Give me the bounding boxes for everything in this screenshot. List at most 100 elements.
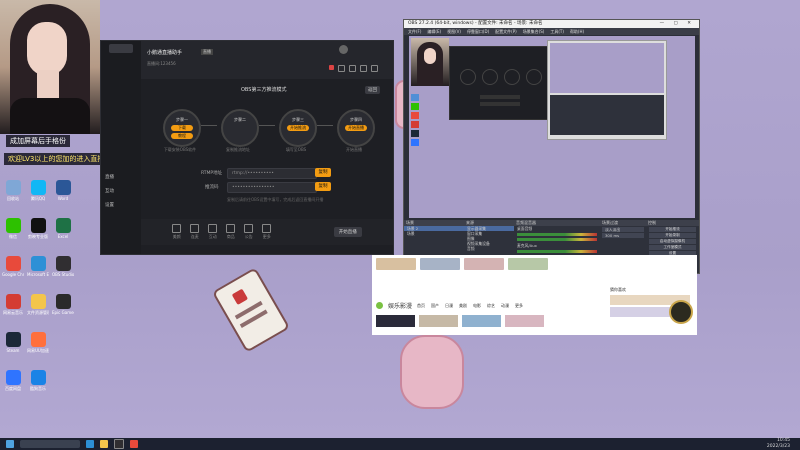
site-nav-link[interactable]: 国产 — [431, 303, 439, 309]
desktop-icon[interactable]: 酷狗音乐 — [27, 370, 49, 391]
obs-control-button[interactable]: 开始录制 — [649, 233, 696, 238]
start-live-button[interactable]: 开始直播 — [333, 227, 362, 237]
step-action-button[interactable]: 下载 — [171, 125, 193, 131]
desktop-icon[interactable]: Epic Games — [52, 294, 74, 315]
footer-tool[interactable]: 商品 — [226, 224, 236, 240]
footer-tool[interactable]: 互动 — [208, 224, 218, 240]
copy-rtmp-button[interactable]: 复制 — [315, 168, 331, 177]
obs-control-button[interactable]: 开始推流 — [649, 227, 696, 232]
site-nav-link[interactable]: 更多 — [515, 303, 523, 309]
site-nav-link[interactable]: 综艺 — [487, 303, 495, 309]
gold-badge-icon[interactable] — [669, 300, 693, 324]
sidebar-item[interactable]: 互动 — [105, 185, 137, 199]
site-nav-link[interactable]: 美剧 — [459, 303, 467, 309]
footer-tool[interactable]: 更多 — [262, 224, 272, 240]
video-thumbnail[interactable] — [376, 258, 416, 270]
edge-taskbar-icon[interactable] — [86, 440, 94, 448]
window-controls[interactable]: — ▢ ✕ — [660, 20, 695, 28]
dock-title: 控制 — [646, 220, 699, 226]
chrome-taskbar-icon[interactable] — [130, 440, 138, 448]
back-button[interactable]: 返回 — [365, 86, 380, 94]
desktop-icon[interactable]: Steam — [2, 332, 24, 353]
obs-control-button[interactable]: 工作室模式 — [649, 245, 696, 250]
transition-select[interactable]: 淡入淡出 — [602, 227, 644, 232]
scene-item[interactable]: 场景 — [404, 231, 464, 236]
tool-icon — [244, 224, 254, 233]
obs-menu-item[interactable]: 编辑(E) — [427, 29, 441, 34]
site-nav-link[interactable]: 电影 — [473, 303, 481, 309]
desktop-icon[interactable]: Excel — [52, 218, 74, 239]
desktop-icon[interactable]: Google Chrome — [2, 256, 24, 277]
desktop-icon[interactable]: 百度网盘 — [2, 370, 24, 391]
desktop-icon[interactable]: 网易UU加速器 — [27, 332, 49, 353]
app-icon — [55, 294, 71, 309]
close-icon[interactable] — [371, 65, 378, 72]
copy-key-button[interactable]: 复制 — [315, 182, 331, 191]
desktop-icon[interactable]: Microsoft Edge — [27, 256, 49, 277]
banner-thumb[interactable] — [419, 315, 458, 327]
app-logo — [109, 44, 133, 53]
footer-tool[interactable]: 连麦 — [190, 224, 200, 240]
user-avatar[interactable] — [339, 45, 348, 54]
explorer-taskbar-icon[interactable] — [100, 440, 108, 448]
desktop-icon[interactable]: 网易云音乐 — [2, 294, 24, 315]
step-connector — [317, 125, 333, 126]
desktop-icon[interactable]: OBS Studio — [52, 256, 74, 277]
app-icon — [30, 370, 46, 385]
taskbar-clock[interactable]: 10:45 2022/3/23 — [767, 438, 790, 450]
app-icon — [5, 256, 21, 271]
desktop-icon-label: 剪映专业版 — [28, 234, 48, 239]
obs-titlebar: OBS 27.2.4 (64-bit, windows) - 配置文件: 未命名… — [404, 20, 699, 28]
footer-tool[interactable]: 公告 — [244, 224, 254, 240]
audio-meter — [517, 233, 597, 236]
obs-menu-item[interactable]: 视图(V) — [447, 29, 461, 34]
obs-menu-item[interactable]: 帮助(H) — [570, 29, 584, 34]
stream-key-field[interactable]: •••••••••••••••• — [227, 182, 317, 193]
transition-duration[interactable]: 300 ms — [602, 233, 644, 238]
video-thumbnail[interactable] — [464, 258, 504, 270]
mixer-channel-label: 麦克风/Aux — [517, 243, 537, 248]
settings-icon[interactable] — [349, 65, 356, 72]
obs-control-button[interactable]: 启动虚拟摄像机 — [649, 239, 696, 244]
site-nav-links: 首页 国产 日漫 美剧 电影 综艺 动漫 更多 — [417, 303, 523, 309]
video-thumbnail[interactable] — [420, 258, 460, 270]
site-nav-link[interactable]: 动漫 — [501, 303, 509, 309]
sidebar-item[interactable]: 直播 — [105, 171, 137, 185]
preview-field — [480, 95, 520, 99]
minimize-icon[interactable] — [360, 65, 367, 72]
dock-title: 场景过渡 — [600, 220, 646, 226]
step-action-button[interactable]: 开始直播 — [345, 125, 367, 131]
video-thumbnail[interactable] — [508, 258, 548, 270]
site-nav-link[interactable]: 日漫 — [445, 303, 453, 309]
desktop-icon[interactable]: 剪映专业版 — [27, 218, 49, 239]
rtmp-url-field[interactable]: rtmp://•••••••••• — [227, 168, 317, 179]
desktop-icon[interactable]: Word — [52, 180, 74, 201]
obs-taskbar-icon[interactable] — [114, 439, 124, 449]
obs-preview-canvas[interactable] — [409, 36, 695, 218]
source-item[interactable]: 音频 — [464, 246, 514, 251]
desktop-icon[interactable]: 回收站 — [2, 180, 24, 201]
footer-tool[interactable]: 美颜 — [172, 224, 182, 240]
obs-menu-item[interactable]: 工具(T) — [550, 29, 564, 34]
obs-menu-item[interactable]: 停靠窗口(D) — [467, 29, 489, 34]
app-icon — [5, 180, 21, 195]
step-heading: 步骤四 — [350, 117, 362, 122]
desktop-icon[interactable]: 微信 — [2, 218, 24, 239]
sidebar-item[interactable]: 设置 — [105, 199, 137, 213]
site-nav-link[interactable]: 首页 — [417, 303, 425, 309]
step-action-button[interactable]: 教程 — [171, 133, 193, 139]
obs-menu-item[interactable]: 场景集合(S) — [523, 29, 545, 34]
gift-icon[interactable] — [329, 65, 334, 70]
taskbar-search[interactable] — [20, 440, 80, 448]
start-menu-icon[interactable] — [6, 440, 14, 448]
step-action-button[interactable]: 开始推流 — [287, 125, 309, 131]
banner-thumb[interactable] — [505, 315, 544, 327]
share-icon[interactable] — [338, 65, 345, 72]
desktop-icon[interactable]: 文件资源管理器 — [27, 294, 49, 315]
obs-menu-item[interactable]: 文件(F) — [408, 29, 421, 34]
banner-thumb[interactable] — [376, 315, 415, 327]
obs-menu-item[interactable]: 配置文件(P) — [495, 29, 517, 34]
banner-row — [376, 315, 544, 327]
desktop-icon[interactable]: 腾讯QQ — [27, 180, 49, 201]
banner-thumb[interactable] — [462, 315, 501, 327]
